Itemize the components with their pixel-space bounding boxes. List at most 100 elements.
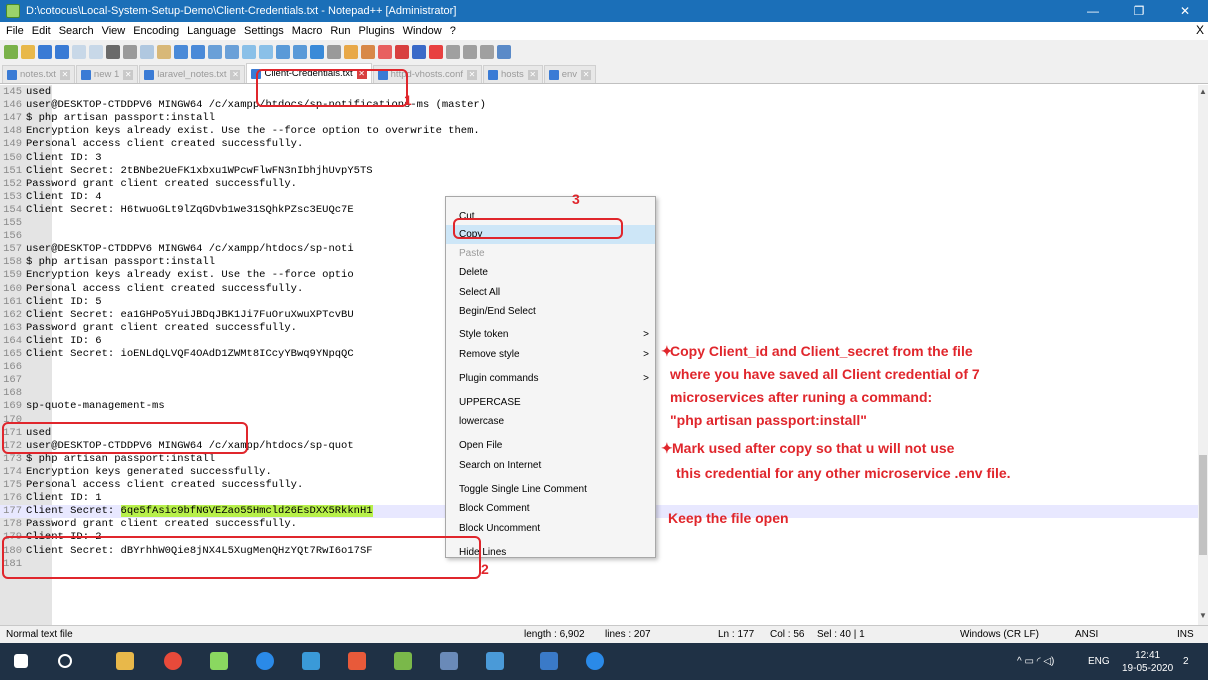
doc-map-icon[interactable]: [378, 45, 392, 59]
git-bash-icon[interactable]: [486, 652, 504, 670]
record-macro-icon[interactable]: [429, 45, 443, 59]
context-menu-item[interactable]: Open File: [446, 436, 655, 455]
minimize-button[interactable]: —: [1070, 0, 1116, 22]
replace-icon[interactable]: [225, 45, 239, 59]
menu-window[interactable]: Window: [399, 25, 446, 37]
print-icon[interactable]: [106, 45, 120, 59]
tab-new-1[interactable]: new 1 ✕: [75, 65, 139, 83]
close-tab-icon[interactable]: ✕: [467, 69, 477, 80]
editor-line[interactable]: 145 used: [0, 86, 1198, 99]
menu-settings[interactable]: Settings: [240, 25, 288, 37]
context-menu-item[interactable]: Delete: [446, 263, 655, 282]
run-macro-multiple-icon[interactable]: [480, 45, 494, 59]
windows-start-icon[interactable]: [14, 654, 28, 668]
sync-horizontal-icon[interactable]: [293, 45, 307, 59]
close-document-button[interactable]: X: [1196, 23, 1204, 37]
find-icon[interactable]: [208, 45, 222, 59]
context-menu-item[interactable]: Block Comment: [446, 499, 655, 518]
new-file-icon[interactable]: [4, 45, 18, 59]
location-icon[interactable]: [586, 652, 604, 670]
tray-icons[interactable]: ^ ▭ ◜ ◁): [1017, 643, 1054, 680]
editor-line[interactable]: 152 Password grant client created success…: [0, 178, 1198, 191]
context-menu-item[interactable]: lowercase: [446, 412, 655, 431]
context-menu-item[interactable]: Plugin commands >: [446, 369, 655, 388]
folder-workspace-icon[interactable]: [412, 45, 426, 59]
context-menu-item[interactable]: Select All: [446, 283, 655, 302]
menu-run[interactable]: Run: [326, 25, 354, 37]
zoom-in-icon[interactable]: [242, 45, 256, 59]
menu-encoding[interactable]: Encoding: [129, 25, 183, 37]
close-tab-icon[interactable]: ✕: [59, 69, 70, 80]
editor-line[interactable]: 150 Client ID: 3: [0, 152, 1198, 165]
search-icon[interactable]: [58, 654, 72, 668]
context-menu-item[interactable]: UPPERCASE: [446, 393, 655, 412]
chrome-icon[interactable]: [164, 652, 182, 670]
clock[interactable]: 12:41 19-05-2020: [1122, 643, 1173, 680]
cut-icon[interactable]: [123, 45, 137, 59]
close-button[interactable]: ✕: [1162, 0, 1208, 22]
word-wrap-icon[interactable]: [310, 45, 324, 59]
tab-laravel-notes[interactable]: laravel_notes.txt ✕: [139, 65, 246, 83]
function-list-icon[interactable]: [395, 45, 409, 59]
menu-search[interactable]: Search: [55, 25, 98, 37]
office-icon[interactable]: [348, 652, 366, 670]
scroll-thumb[interactable]: [1199, 455, 1207, 555]
language-indicator[interactable]: ENG: [1088, 643, 1110, 680]
close-tab-icon[interactable]: ✕: [527, 69, 538, 80]
file-explorer-icon[interactable]: [116, 652, 134, 670]
tab-notes[interactable]: notes.txt ✕: [2, 65, 75, 83]
menu-language[interactable]: Language: [183, 25, 240, 37]
show-all-chars-icon[interactable]: [327, 45, 341, 59]
menu-help[interactable]: ?: [446, 25, 460, 37]
context-menu-item[interactable]: Begin/End Select: [446, 302, 655, 321]
copy-icon[interactable]: [140, 45, 154, 59]
zoom-out-icon[interactable]: [259, 45, 273, 59]
app-icon[interactable]: [302, 652, 320, 670]
close-tab-icon[interactable]: ✕: [123, 69, 134, 80]
menu-edit[interactable]: Edit: [28, 25, 55, 37]
undo-icon[interactable]: [174, 45, 188, 59]
indent-guide-icon[interactable]: [344, 45, 358, 59]
context-menu-item[interactable]: Style token >: [446, 325, 655, 344]
menu-view[interactable]: View: [98, 25, 130, 37]
tab-env[interactable]: env ✕: [543, 65, 597, 83]
editor-line[interactable]: 148 Encryption keys already exist. Use th…: [0, 125, 1198, 138]
photos-icon[interactable]: [540, 652, 558, 670]
editor-line[interactable]: 151 Client Secret: 2tBNbe2UeFK1xbxu1WPcwF…: [0, 165, 1198, 178]
editor-line[interactable]: 147 $ php artisan passport:install: [0, 112, 1198, 125]
close-all-icon[interactable]: [89, 45, 103, 59]
sync-vertical-icon[interactable]: [276, 45, 290, 59]
notepadpp-taskbar-icon[interactable]: [210, 652, 228, 670]
vertical-scrollbar[interactable]: ▲ ▼: [1198, 85, 1208, 625]
menu-macro[interactable]: Macro: [288, 25, 327, 37]
context-menu-item[interactable]: Toggle Single Line Comment: [446, 480, 655, 499]
menu-plugins[interactable]: Plugins: [355, 25, 399, 37]
scroll-up-icon[interactable]: ▲: [1198, 87, 1208, 96]
redo-icon[interactable]: [191, 45, 205, 59]
open-file-icon[interactable]: [21, 45, 35, 59]
close-file-icon[interactable]: [72, 45, 86, 59]
close-tab-icon[interactable]: ✕: [230, 69, 241, 80]
tool-icon[interactable]: [440, 652, 458, 670]
save-macro-icon[interactable]: [497, 45, 511, 59]
git-icon[interactable]: [394, 652, 412, 670]
maps-icon[interactable]: [256, 652, 274, 670]
save-all-icon[interactable]: [55, 45, 69, 59]
maximize-button[interactable]: ❐: [1116, 0, 1162, 22]
play-macro-icon[interactable]: [463, 45, 477, 59]
editor-line[interactable]: 149 Personal access client created succes…: [0, 138, 1198, 151]
tab-hosts[interactable]: hosts ✕: [483, 65, 543, 83]
stop-macro-icon[interactable]: [446, 45, 460, 59]
editor-line[interactable]: 146 user@DESKTOP-CTDDPV6 MINGW64 /c/xampp…: [0, 99, 1198, 112]
menu-file[interactable]: File: [2, 25, 28, 37]
scroll-down-icon[interactable]: ▼: [1198, 611, 1208, 620]
notification-badge[interactable]: 2: [1183, 643, 1189, 680]
context-menu-item[interactable]: Block Uncomment: [446, 519, 655, 538]
close-tab-icon[interactable]: ✕: [581, 69, 592, 80]
udl-icon[interactable]: [361, 45, 375, 59]
context-menu-item[interactable]: Search on Internet: [446, 456, 655, 475]
context-menu-item[interactable]: Remove style >: [446, 345, 655, 364]
paste-icon[interactable]: [157, 45, 171, 59]
save-icon[interactable]: [38, 45, 52, 59]
step-number-3: 3: [572, 191, 580, 207]
